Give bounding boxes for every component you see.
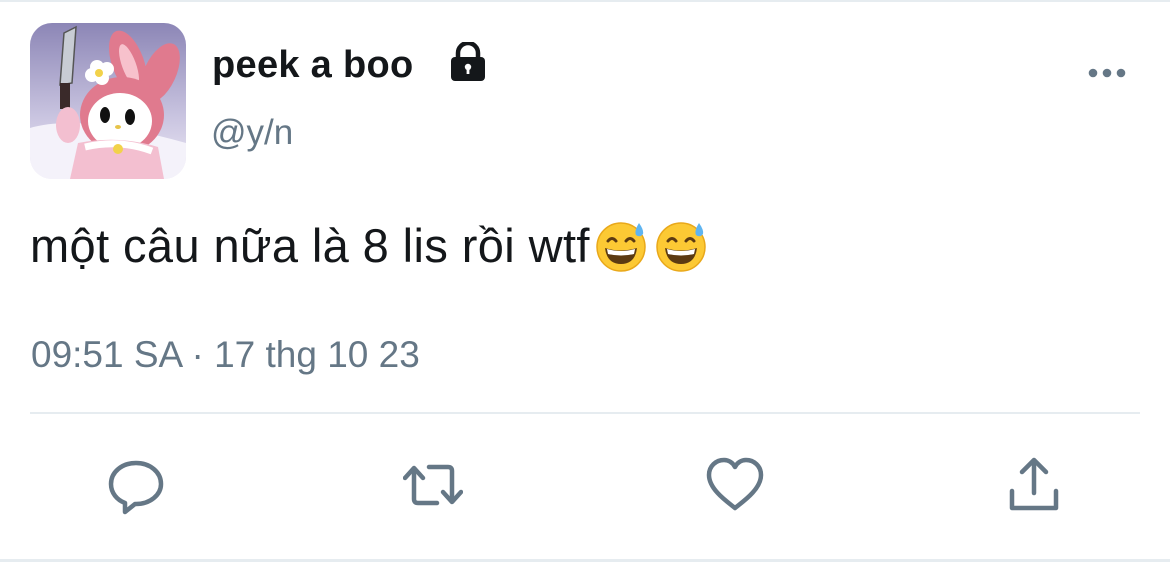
display-name[interactable]: peek a boo <box>212 44 414 87</box>
heart-icon <box>706 457 764 511</box>
like-button[interactable] <box>705 455 765 515</box>
retweet-icon <box>402 464 464 506</box>
divider <box>30 412 1140 414</box>
timestamp[interactable]: 09:51 SA · 17 thg 10 23 <box>31 334 420 376</box>
grinning-face-with-sweat-icon <box>594 219 648 273</box>
reply-button[interactable] <box>106 455 166 515</box>
grinning-face-with-sweat-icon <box>654 219 708 273</box>
avatar-image <box>30 23 186 179</box>
lock-icon <box>446 40 490 82</box>
share-icon <box>1009 457 1059 511</box>
handle[interactable]: @y/n <box>211 113 293 153</box>
top-border <box>0 0 1170 2</box>
reply-icon <box>108 460 164 515</box>
bottom-border <box>0 559 1170 562</box>
retweet-button[interactable] <box>402 455 464 515</box>
more-options-icon[interactable] <box>1086 66 1128 80</box>
tweet-text-content: một câu nữa là 8 lis rồi wtf <box>30 219 590 272</box>
avatar[interactable] <box>30 23 186 179</box>
tweet-text: một câu nữa là 8 lis rồi wtf <box>30 218 708 273</box>
share-button[interactable] <box>1004 455 1064 515</box>
